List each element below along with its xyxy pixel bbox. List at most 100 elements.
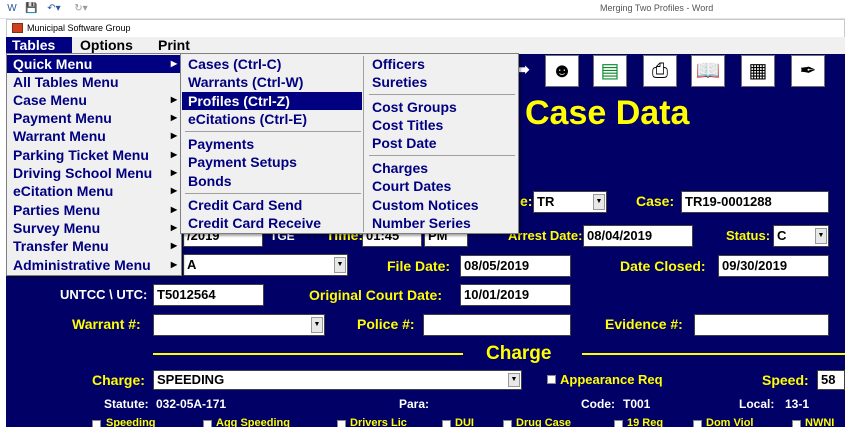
submenu-arrow-icon: ▶ <box>170 113 177 122</box>
menu-column-divider <box>363 56 364 232</box>
table-icon[interactable]: ▤ <box>593 55 627 87</box>
appearance-req-checkbox[interactable] <box>547 375 556 384</box>
quill-pen-icon[interactable]: ✒ <box>791 55 825 87</box>
menu-item-ecitation-menu[interactable]: eCitation Menu ▶ <box>7 182 181 200</box>
chevron-down-icon[interactable]: ▼ <box>815 228 827 244</box>
speed-field[interactable]: 58 <box>817 370 845 390</box>
printer-icon[interactable]: ⎙ <box>643 55 677 87</box>
checkbox-nwni[interactable] <box>792 420 801 427</box>
redo-icon[interactable]: ↻▾ <box>72 3 90 15</box>
menu-item-label: Custom Notices <box>372 197 479 213</box>
people-network-icon[interactable]: ☻ <box>545 55 579 87</box>
open-book-icon[interactable]: 📖 <box>691 55 725 87</box>
menu-item-cases[interactable]: Cases (Ctrl-C) <box>182 55 362 73</box>
menu-item-label: Cost Groups <box>372 99 457 115</box>
menu-item-quick-menu[interactable]: Quick Menu ▶ <box>7 55 181 73</box>
chevron-down-icon[interactable]: ▼ <box>311 317 323 333</box>
menu-separator <box>369 155 515 156</box>
menu-item-payments[interactable]: Payments <box>182 135 362 153</box>
menu-item-label: eCitation Menu <box>13 183 114 199</box>
save-icon[interactable]: 💾 <box>25 3 37 15</box>
menu-item-credit-card-send[interactable]: Credit Card Send <box>182 196 362 214</box>
menu-item-case-menu[interactable]: Case Menu ▶ <box>7 91 181 109</box>
filing-cabinet-icon[interactable]: ▦ <box>741 55 775 87</box>
menu-tables[interactable]: Tables <box>6 37 72 54</box>
menu-item-label: Parking Ticket Menu <box>13 147 149 163</box>
date-closed-field[interactable]: 09/30/2019 <box>718 255 829 277</box>
menu-item-parking-ticket-menu[interactable]: Parking Ticket Menu ▶ <box>7 146 181 164</box>
menu-item-sureties[interactable]: Sureties <box>366 73 516 91</box>
menu-item-label: Cost Titles <box>372 117 444 133</box>
menu-item-payment-menu[interactable]: Payment Menu ▶ <box>7 109 181 127</box>
menu-item-credit-card-receive[interactable]: Credit Card Receive <box>182 214 362 232</box>
menu-item-officers[interactable]: Officers <box>366 55 516 73</box>
code-label: Code: <box>581 397 615 411</box>
menu-item-cost-groups[interactable]: Cost Groups <box>366 98 516 116</box>
charge-select[interactable]: SPEEDING ▼ <box>153 370 522 390</box>
undo-icon[interactable]: ↶▾ <box>45 3 63 15</box>
checkbox-dom-viol[interactable] <box>693 420 702 427</box>
menu-item-transfer-menu[interactable]: Transfer Menu ▶ <box>7 237 181 255</box>
menu-print[interactable]: Print <box>152 37 196 54</box>
checkbox-drug-case[interactable] <box>503 420 512 427</box>
menu-item-label: Warrants (Ctrl-W) <box>188 74 304 90</box>
chevron-down-icon[interactable]: ▼ <box>508 373 520 387</box>
menu-item-court-dates[interactable]: Court Dates <box>366 177 516 195</box>
checkbox-dui[interactable] <box>442 420 451 427</box>
untcc-field[interactable]: T5012564 <box>153 284 264 306</box>
code-value: T001 <box>623 397 651 411</box>
status-select[interactable]: C ▼ <box>773 225 829 247</box>
menu-item-survey-menu[interactable]: Survey Menu ▶ <box>7 219 181 237</box>
evidence-field[interactable] <box>694 314 829 336</box>
warrant-select[interactable]: ▼ <box>153 314 325 336</box>
arrest-date-label: Arrest Date: <box>508 228 583 243</box>
checkbox-speeding[interactable] <box>92 420 101 427</box>
checkbox-label: Drivers Lic <box>350 417 407 427</box>
type-select[interactable]: TR ▼ <box>533 191 607 213</box>
menu-item-bonds[interactable]: Bonds <box>182 172 362 190</box>
menu-item-label: Transfer Menu <box>13 238 109 254</box>
menu-item-administrative-menu[interactable]: Administrative Menu ▶ <box>7 256 181 274</box>
checkbox-19-reg[interactable] <box>614 420 623 427</box>
charge-divider-right <box>582 353 845 355</box>
menu-item-ecitations[interactable]: eCitations (Ctrl-E) <box>182 110 362 128</box>
file-date-field[interactable]: 08/05/2019 <box>460 255 571 277</box>
arrest-date-field[interactable]: 08/04/2019 <box>583 225 693 247</box>
menu-item-custom-notices[interactable]: Custom Notices <box>366 196 516 214</box>
menu-item-warrant-menu[interactable]: Warrant Menu ▶ <box>7 127 181 145</box>
menu-item-profiles[interactable]: Profiles (Ctrl-Z) <box>182 92 362 110</box>
menu-item-charges[interactable]: Charges <box>366 159 516 177</box>
chevron-down-icon[interactable]: ▼ <box>334 257 346 273</box>
menu-item-label: Case Menu <box>13 92 87 108</box>
menu-item-cost-titles[interactable]: Cost Titles <box>366 116 516 134</box>
row3-select[interactable]: A ▼ <box>183 254 348 276</box>
menu-item-label: Sureties <box>372 74 428 90</box>
tables-menu: Quick Menu ▶ All Tables Menu Case Menu ▶ P… <box>6 53 182 276</box>
statute-value: 032-05A-171 <box>156 397 227 411</box>
statute-label: Statute: <box>104 397 149 411</box>
evidence-label: Evidence #: <box>605 316 683 332</box>
case-label: Case: <box>636 193 675 209</box>
menu-item-all-tables[interactable]: All Tables Menu <box>7 73 181 91</box>
date-closed-label: Date Closed: <box>620 258 706 274</box>
submenu-arrow-icon: ▶ <box>170 150 177 159</box>
original-court-date-field[interactable]: 10/01/2019 <box>460 284 571 306</box>
menu-item-label: Credit Card Send <box>188 197 303 213</box>
menu-item-driving-school-menu[interactable]: Driving School Menu ▶ <box>7 164 181 182</box>
menu-item-warrants[interactable]: Warrants (Ctrl-W) <box>182 73 362 91</box>
police-field[interactable] <box>423 314 571 336</box>
menu-item-label: Quick Menu <box>13 56 93 72</box>
chevron-down-icon[interactable]: ▼ <box>593 194 605 210</box>
submenu-arrow-icon: ▶ <box>170 95 177 104</box>
checkbox-agg-speeding[interactable] <box>203 420 212 427</box>
menu-options[interactable]: Options <box>74 37 139 54</box>
menu-item-label: Charges <box>372 160 429 176</box>
menu-item-payment-setups[interactable]: Payment Setups <box>182 153 362 171</box>
checkbox-label: Speeding <box>106 417 156 427</box>
menu-item-number-series[interactable]: Number Series <box>366 214 516 232</box>
case-number-field[interactable]: TR19-0001288 <box>681 191 829 213</box>
checkbox-drivers-lic[interactable] <box>337 420 346 427</box>
menu-item-post-date[interactable]: Post Date <box>366 134 516 152</box>
menu-item-parties-menu[interactable]: Parties Menu ▶ <box>7 201 181 219</box>
local-value: 13-1 <box>785 397 810 411</box>
